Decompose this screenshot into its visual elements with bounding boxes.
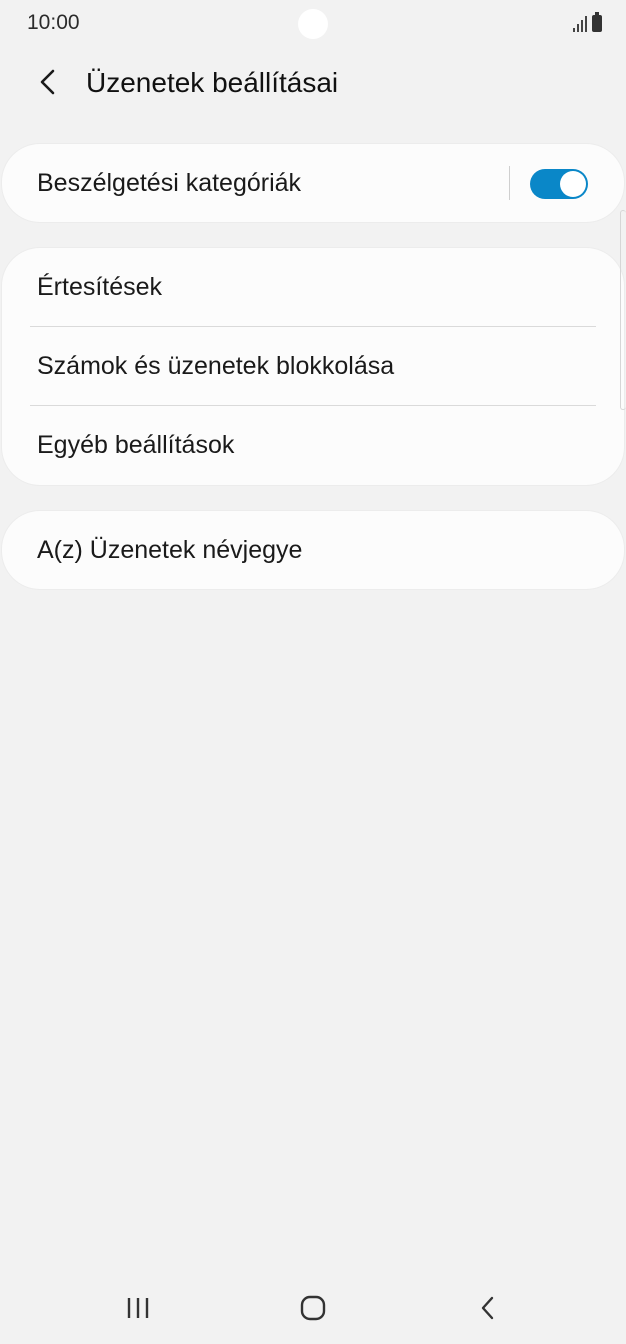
- other-settings-row[interactable]: Egyéb beállítások: [2, 406, 624, 485]
- signal-icon: [573, 16, 587, 32]
- status-time: 10:00: [27, 11, 80, 34]
- block-numbers-label: Számok és üzenetek blokkolása: [37, 352, 395, 380]
- page-title: Üzenetek beállításai: [86, 67, 339, 98]
- system-back-button[interactable]: [463, 1286, 513, 1330]
- settings-card-about: A(z) Üzenetek névjegye: [2, 511, 624, 589]
- about-messages-label: A(z) Üzenetek névjegye: [37, 536, 303, 564]
- back-button[interactable]: [28, 62, 68, 102]
- toggle-knob: [560, 171, 586, 197]
- other-settings-label: Egyéb beállítások: [37, 431, 235, 459]
- conversation-categories-row[interactable]: Beszélgetési kategóriák: [2, 144, 624, 222]
- conversation-categories-toggle[interactable]: [530, 169, 588, 199]
- back-icon: [481, 1296, 494, 1320]
- camera-cutout: [298, 9, 328, 39]
- scrollbar[interactable]: [620, 210, 626, 410]
- about-messages-row[interactable]: A(z) Üzenetek névjegye: [2, 511, 624, 589]
- home-icon: [300, 1295, 326, 1321]
- app-bar: Üzenetek beállításai: [0, 52, 626, 116]
- conversation-categories-label: Beszélgetési kategóriák: [37, 169, 302, 197]
- status-bar: 10:00: [0, 0, 626, 48]
- navigation-bar: [0, 1270, 626, 1344]
- status-icons: [573, 12, 602, 34]
- settings-card-categories: Beszélgetési kategóriák: [2, 144, 624, 222]
- home-button[interactable]: [288, 1286, 338, 1330]
- settings-card-group: Értesítések Számok és üzenetek blokkolás…: [2, 248, 624, 485]
- toggle-divider: [509, 166, 510, 200]
- chevron-left-icon: [40, 69, 55, 95]
- recent-apps-icon: [127, 1298, 149, 1318]
- battery-icon: [592, 12, 602, 32]
- block-numbers-row[interactable]: Számok és üzenetek blokkolása: [2, 327, 624, 406]
- notifications-row[interactable]: Értesítések: [2, 248, 624, 327]
- notifications-label: Értesítések: [37, 273, 163, 301]
- recent-apps-button[interactable]: [113, 1286, 163, 1330]
